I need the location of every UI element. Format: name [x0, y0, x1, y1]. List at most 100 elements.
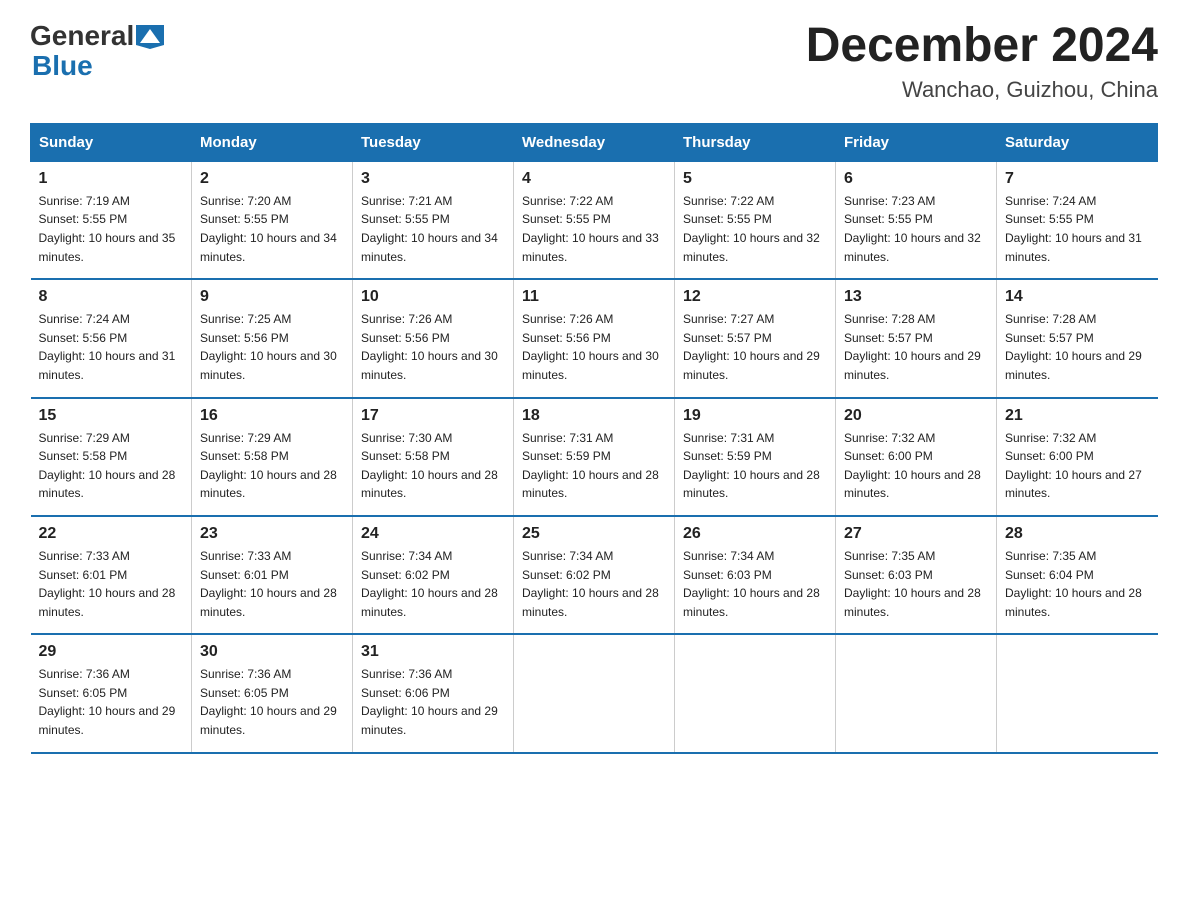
day-cell-2: 2Sunrise: 7:20 AMSunset: 5:55 PMDaylight… — [192, 161, 353, 279]
day-cell-26: 26Sunrise: 7:34 AMSunset: 6:03 PMDayligh… — [675, 516, 836, 634]
day-cell-13: 13Sunrise: 7:28 AMSunset: 5:57 PMDayligh… — [836, 279, 997, 397]
day-info: Sunrise: 7:20 AMSunset: 5:55 PMDaylight:… — [200, 192, 344, 266]
day-info: Sunrise: 7:36 AMSunset: 6:06 PMDaylight:… — [361, 665, 505, 739]
day-info: Sunrise: 7:27 AMSunset: 5:57 PMDaylight:… — [683, 310, 827, 384]
day-info: Sunrise: 7:33 AMSunset: 6:01 PMDaylight:… — [39, 547, 184, 621]
day-info: Sunrise: 7:31 AMSunset: 5:59 PMDaylight:… — [683, 429, 827, 503]
day-cell-1: 1 Sunrise: 7:19 AMSunset: 5:55 PMDaylight… — [31, 161, 192, 279]
day-number: 21 — [1005, 407, 1150, 425]
day-number: 27 — [844, 525, 988, 543]
day-info: Sunrise: 7:26 AMSunset: 5:56 PMDaylight:… — [361, 310, 505, 384]
day-cell-9: 9 Sunrise: 7:25 AMSunset: 5:56 PMDaylight… — [192, 279, 353, 397]
day-number: 4 — [522, 170, 666, 188]
day-number: 29 — [39, 643, 184, 661]
day-number: 16 — [200, 407, 344, 425]
day-info: Sunrise: 7:34 AMSunset: 6:02 PMDaylight:… — [522, 547, 666, 621]
day-info: Sunrise: 7:19 AMSunset: 5:55 PMDaylight:… — [39, 192, 184, 266]
header-cell-saturday: Saturday — [997, 123, 1158, 161]
week-row-4: 22 Sunrise: 7:33 AMSunset: 6:01 PMDayligh… — [31, 516, 1158, 634]
day-cell-10: 10 Sunrise: 7:26 AMSunset: 5:56 PMDayligh… — [353, 279, 514, 397]
day-cell-20: 20 Sunrise: 7:32 AMSunset: 6:00 PMDayligh… — [836, 398, 997, 516]
day-info: Sunrise: 7:32 AMSunset: 6:00 PMDaylight:… — [844, 429, 988, 503]
title-block: December 2024 Wanchao, Guizhou, China — [806, 20, 1158, 103]
day-info: Sunrise: 7:31 AMSunset: 5:59 PMDaylight:… — [522, 429, 666, 503]
calendar-body: 1 Sunrise: 7:19 AMSunset: 5:55 PMDaylight… — [31, 161, 1158, 752]
week-row-1: 1 Sunrise: 7:19 AMSunset: 5:55 PMDaylight… — [31, 161, 1158, 279]
day-info: Sunrise: 7:35 AMSunset: 6:04 PMDaylight:… — [1005, 547, 1150, 621]
day-info: Sunrise: 7:33 AMSunset: 6:01 PMDaylight:… — [200, 547, 344, 621]
day-number: 19 — [683, 407, 827, 425]
day-cell-12: 12 Sunrise: 7:27 AMSunset: 5:57 PMDayligh… — [675, 279, 836, 397]
day-number: 20 — [844, 407, 988, 425]
day-cell-23: 23 Sunrise: 7:33 AMSunset: 6:01 PMDayligh… — [192, 516, 353, 634]
day-cell-19: 19 Sunrise: 7:31 AMSunset: 5:59 PMDayligh… — [675, 398, 836, 516]
day-number: 1 — [39, 170, 184, 188]
day-info: Sunrise: 7:25 AMSunset: 5:56 PMDaylight:… — [200, 310, 344, 384]
day-info: Sunrise: 7:34 AMSunset: 6:03 PMDaylight:… — [683, 547, 827, 621]
day-number: 13 — [844, 288, 988, 306]
day-cell-22: 22 Sunrise: 7:33 AMSunset: 6:01 PMDayligh… — [31, 516, 192, 634]
day-number: 8 — [39, 288, 184, 306]
calendar-header: SundayMondayTuesdayWednesdayThursdayFrid… — [31, 123, 1158, 161]
day-info: Sunrise: 7:22 AMSunset: 5:55 PMDaylight:… — [522, 192, 666, 266]
week-row-5: 29 Sunrise: 7:36 AMSunset: 6:05 PMDayligh… — [31, 634, 1158, 752]
month-year-title: December 2024 — [806, 20, 1158, 73]
day-cell-25: 25 Sunrise: 7:34 AMSunset: 6:02 PMDayligh… — [514, 516, 675, 634]
day-number: 18 — [522, 407, 666, 425]
day-number: 25 — [522, 525, 666, 543]
header-cell-wednesday: Wednesday — [514, 123, 675, 161]
header-cell-thursday: Thursday — [675, 123, 836, 161]
day-cell-24: 24Sunrise: 7:34 AMSunset: 6:02 PMDayligh… — [353, 516, 514, 634]
day-info: Sunrise: 7:22 AMSunset: 5:55 PMDaylight:… — [683, 192, 827, 266]
day-cell-6: 6Sunrise: 7:23 AMSunset: 5:55 PMDaylight… — [836, 161, 997, 279]
day-cell-27: 27 Sunrise: 7:35 AMSunset: 6:03 PMDayligh… — [836, 516, 997, 634]
day-number: 9 — [200, 288, 344, 306]
day-number: 31 — [361, 643, 505, 661]
day-cell-3: 3Sunrise: 7:21 AMSunset: 5:55 PMDaylight… — [353, 161, 514, 279]
logo-blue-text: Blue — [32, 50, 93, 82]
header-cell-sunday: Sunday — [31, 123, 192, 161]
location-title: Wanchao, Guizhou, China — [806, 77, 1158, 103]
day-info: Sunrise: 7:36 AMSunset: 6:05 PMDaylight:… — [200, 665, 344, 739]
day-number: 5 — [683, 170, 827, 188]
day-cell-15: 15Sunrise: 7:29 AMSunset: 5:58 PMDayligh… — [31, 398, 192, 516]
day-number: 17 — [361, 407, 505, 425]
day-number: 24 — [361, 525, 505, 543]
day-info: Sunrise: 7:26 AMSunset: 5:56 PMDaylight:… — [522, 310, 666, 384]
day-info: Sunrise: 7:23 AMSunset: 5:55 PMDaylight:… — [844, 192, 988, 266]
week-row-2: 8 Sunrise: 7:24 AMSunset: 5:56 PMDaylight… — [31, 279, 1158, 397]
day-cell-28: 28 Sunrise: 7:35 AMSunset: 6:04 PMDayligh… — [997, 516, 1158, 634]
day-number: 22 — [39, 525, 184, 543]
day-number: 28 — [1005, 525, 1150, 543]
day-cell-21: 21Sunrise: 7:32 AMSunset: 6:00 PMDayligh… — [997, 398, 1158, 516]
day-cell-empty — [675, 634, 836, 752]
header-row: SundayMondayTuesdayWednesdayThursdayFrid… — [31, 123, 1158, 161]
day-cell-empty — [836, 634, 997, 752]
day-number: 12 — [683, 288, 827, 306]
page-header: General Blue December 2024 Wanchao, Guiz… — [30, 20, 1158, 103]
day-cell-empty — [514, 634, 675, 752]
day-cell-30: 30 Sunrise: 7:36 AMSunset: 6:05 PMDayligh… — [192, 634, 353, 752]
day-info: Sunrise: 7:21 AMSunset: 5:55 PMDaylight:… — [361, 192, 505, 266]
day-info: Sunrise: 7:30 AMSunset: 5:58 PMDaylight:… — [361, 429, 505, 503]
day-info: Sunrise: 7:29 AMSunset: 5:58 PMDaylight:… — [200, 429, 344, 503]
day-number: 7 — [1005, 170, 1150, 188]
week-row-3: 15 Sunrise: 7:29 AMSunset: 5:58 PMDayligh… — [31, 398, 1158, 516]
day-info: Sunrise: 7:24 AMSunset: 5:55 PMDaylight:… — [1005, 192, 1150, 266]
day-cell-17: 17 Sunrise: 7:30 AMSunset: 5:58 PMDayligh… — [353, 398, 514, 516]
day-info: Sunrise: 7:35 AMSunset: 6:03 PMDaylight:… — [844, 547, 988, 621]
calendar-table: SundayMondayTuesdayWednesdayThursdayFrid… — [30, 123, 1158, 754]
header-cell-friday: Friday — [836, 123, 997, 161]
day-cell-16: 16 Sunrise: 7:29 AMSunset: 5:58 PMDayligh… — [192, 398, 353, 516]
day-number: 23 — [200, 525, 344, 543]
header-cell-tuesday: Tuesday — [353, 123, 514, 161]
day-number: 15 — [39, 407, 184, 425]
day-cell-31: 31 Sunrise: 7:36 AMSunset: 6:06 PMDayligh… — [353, 634, 514, 752]
logo-arrow-icon — [136, 25, 164, 49]
day-cell-empty — [997, 634, 1158, 752]
day-number: 10 — [361, 288, 505, 306]
day-number: 30 — [200, 643, 344, 661]
day-info: Sunrise: 7:24 AMSunset: 5:56 PMDaylight:… — [39, 310, 184, 384]
day-cell-29: 29Sunrise: 7:36 AMSunset: 6:05 PMDayligh… — [31, 634, 192, 752]
day-cell-5: 5 Sunrise: 7:22 AMSunset: 5:55 PMDaylight… — [675, 161, 836, 279]
